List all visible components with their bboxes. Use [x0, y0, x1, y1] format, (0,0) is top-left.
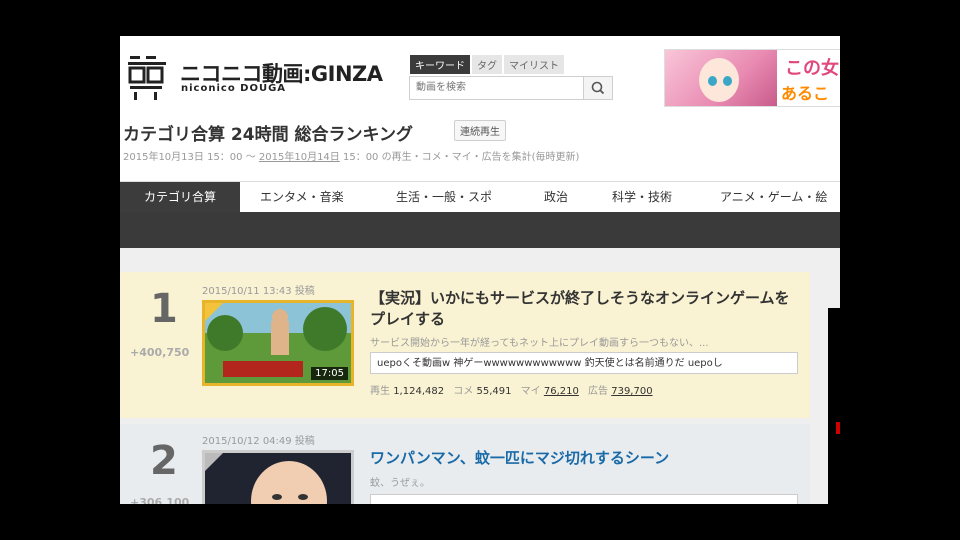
video-description: サービス開始から一年が経ってもネット上にプレイ動画すら一つもない、... [370, 338, 709, 349]
rank-number: 1 [150, 286, 178, 332]
tab-entertainment-music[interactable]: エンタメ・音楽 [260, 182, 344, 213]
ad-text-line1: この女 [785, 58, 839, 79]
tab-life-general-sports[interactable]: 生活・一般・スポ [396, 182, 492, 213]
banner-ad[interactable]: この女 あるこ [664, 49, 840, 107]
niconico-logo-icon[interactable] [126, 52, 168, 100]
page-title: カテゴリ合算 24時間 総合ランキング [123, 125, 413, 145]
thumbnail-image [205, 453, 351, 504]
sub-nav-bar [120, 212, 840, 248]
posted-date: 2015/10/11 13:43 投稿 [202, 286, 315, 297]
rank-number: 2 [150, 438, 178, 484]
ranking-entry: 2 +306,100 2015/10/12 04:49 投稿 ワンパンマン、蚊一… [120, 424, 810, 504]
video-thumbnail[interactable]: 17:05 [202, 300, 354, 386]
ad-character-illustration [665, 50, 777, 106]
view-count: 1,124,482 [393, 386, 445, 397]
search-button[interactable] [583, 77, 612, 99]
ranking-period: 2015年10月13日 15：00 ～ 2015年10月14日 15：00 の再… [123, 152, 580, 163]
search-type-tabs: キーワード タグ マイリスト [410, 55, 564, 74]
mylist-count-link[interactable]: 76,210 [544, 386, 579, 397]
video-description: 蚊、うぜぇ。 [370, 478, 430, 489]
ranking-list: 1 +400,750 2015/10/11 13:43 投稿 17:05 【実況… [120, 248, 840, 504]
tab-politics[interactable]: 政治 [544, 182, 568, 213]
browser-viewport: ニコニコ動画:GINZA niconico DOUGA キーワード タグ マイリ… [120, 36, 840, 504]
side-banner[interactable] [828, 308, 840, 504]
search-tab-tag[interactable]: タグ [472, 55, 502, 74]
video-title[interactable]: ワンパンマン、蚊一匹にマジ切れするシーン [370, 448, 800, 469]
side-banner-accent [836, 422, 840, 434]
posted-date: 2015/10/12 04:49 投稿 [202, 436, 315, 447]
video-duration: 17:05 [311, 367, 348, 380]
search-input[interactable] [410, 77, 594, 97]
ad-text-line2: あるこ [781, 84, 830, 103]
category-nav: カテゴリ合算 エンタメ・音楽 生活・一般・スポ 政治 科学・技術 アニメ・ゲーム… [120, 181, 840, 213]
search-box [409, 76, 613, 100]
latest-comments: uepoくそ動画w 神ゲーwwwwwwwwwwww 釣天使とは名前通りだ uep… [370, 352, 798, 374]
rank-points: +306,100 [130, 496, 190, 504]
ranking-entry: 1 +400,750 2015/10/11 13:43 投稿 17:05 【実況… [120, 272, 810, 418]
search-icon [591, 81, 605, 95]
tab-anime-game-art[interactable]: アニメ・ゲーム・絵 [720, 182, 827, 213]
tab-all-categories[interactable]: カテゴリ合算 [120, 182, 240, 213]
video-thumbnail[interactable] [202, 450, 354, 504]
period-date-link[interactable]: 2015年10月14日 [259, 152, 340, 163]
video-stats: 再生 1,124,482 コメ 55,491 マイ 76,210 広告 739,… [370, 386, 653, 397]
comment-count: 55,491 [476, 386, 512, 397]
tab-science-tech[interactable]: 科学・技術 [612, 182, 672, 213]
search-tab-keyword[interactable]: キーワード [410, 55, 470, 74]
video-title[interactable]: 【実況】いかにもサービスが終了しそうなオンラインゲームをプレイする [370, 288, 800, 330]
rank-points: +400,750 [130, 346, 190, 359]
continuous-play-button[interactable]: 連続再生 [454, 120, 506, 141]
ad-count-link[interactable]: 739,700 [611, 386, 652, 397]
site-logo-subtext[interactable]: niconico DOUGA [181, 83, 286, 94]
latest-comments [370, 494, 798, 504]
search-tab-mylist[interactable]: マイリスト [504, 55, 564, 74]
